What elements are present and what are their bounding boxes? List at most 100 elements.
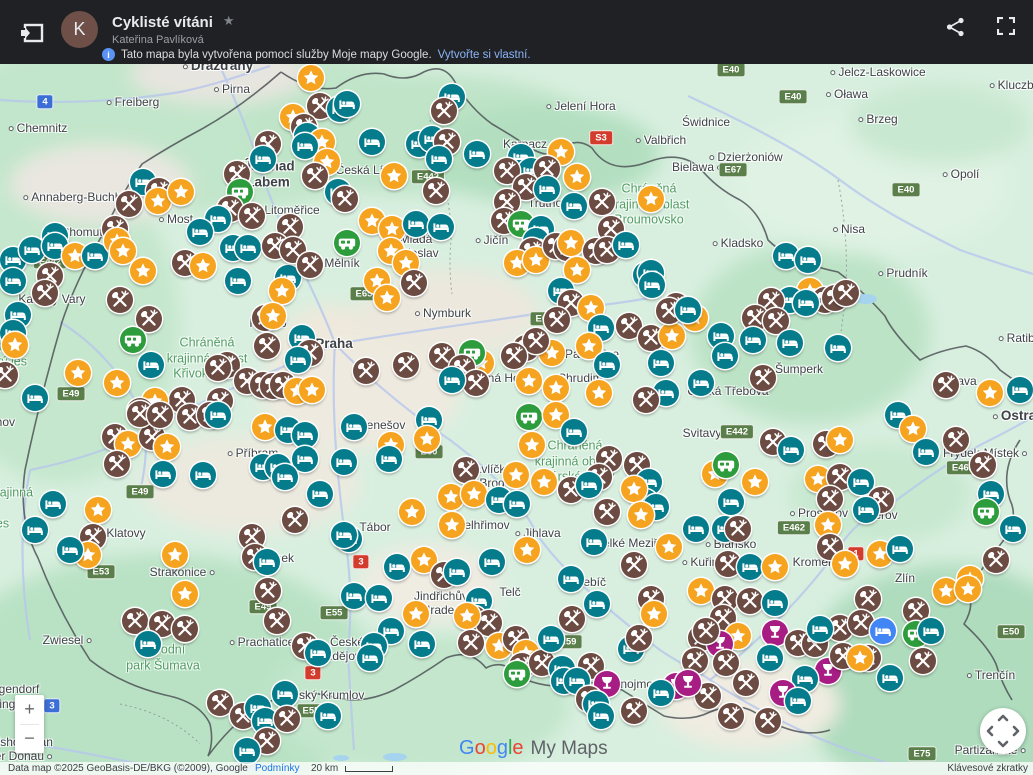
marker-star-icon[interactable] [2,332,28,358]
marker-star-icon[interactable] [168,179,194,205]
marker-food-icon[interactable] [172,616,198,642]
open-side-panel-icon[interactable] [20,22,44,44]
marker-food-icon[interactable] [0,362,18,388]
marker-bed-icon[interactable] [135,631,161,657]
marker-food-icon[interactable] [855,586,881,612]
marker-star-icon[interactable] [190,253,216,279]
marker-star-icon[interactable] [399,499,425,525]
marker-star-icon[interactable] [503,462,529,488]
keyboard-shortcuts-link[interactable]: Klávesové zkratky [947,763,1028,774]
marker-camp-icon[interactable] [973,499,999,525]
marker-food-icon[interactable] [297,252,323,278]
marker-bed-icon[interactable] [0,268,26,294]
marker-bed-icon[interactable] [205,402,231,428]
marker-food-icon[interactable] [116,191,142,217]
marker-star-icon[interactable] [762,554,788,580]
marker-star-icon[interactable] [154,434,180,460]
zoom-out-button[interactable]: − [15,725,44,754]
marker-food-icon[interactable] [693,618,719,644]
marker-bed-icon[interactable] [853,497,879,523]
marker-food-icon[interactable] [755,708,781,734]
marker-food-icon[interactable] [104,451,130,477]
marker-wine-icon[interactable] [675,670,701,696]
marker-star-icon[interactable] [688,578,714,604]
marker-bed-icon[interactable] [40,491,66,517]
marker-bed-icon[interactable] [334,91,360,117]
marker-bed-icon[interactable] [426,146,452,172]
marker-food-icon[interactable] [733,670,759,696]
marker-food-icon[interactable] [750,365,776,391]
marker-star-icon[interactable] [454,603,480,629]
marker-star-icon[interactable] [162,542,188,568]
marker-bed-icon[interactable] [718,489,744,515]
marker-star-icon[interactable] [586,380,612,406]
marker-bed-icon[interactable] [1000,516,1026,542]
marker-bed-icon[interactable] [341,414,367,440]
marker-bed-icon[interactable] [22,517,48,543]
marker-bed-icon[interactable] [793,290,819,316]
marker-food-icon[interactable] [725,516,751,542]
marker-food-icon[interactable] [943,427,969,453]
marker-bed-icon[interactable] [272,681,298,707]
marker-bed-icon[interactable] [150,461,176,487]
marker-star-icon[interactable] [628,502,654,528]
marker-bed-icon[interactable] [444,559,470,585]
marker-bed-icon[interactable] [581,529,607,555]
marker-bed-icon[interactable] [887,536,913,562]
marker-star-icon[interactable] [847,645,873,671]
marker-star-icon[interactable] [260,303,286,329]
share-icon[interactable] [946,17,965,37]
marker-food-icon[interactable] [626,625,652,651]
marker-bed-icon[interactable] [366,585,392,611]
marker-bed-icon[interactable] [740,327,766,353]
marker-food-icon[interactable] [353,358,379,384]
avatar[interactable]: K [61,11,98,48]
marker-food-icon[interactable] [983,547,1009,573]
marker-star-icon[interactable] [65,360,91,386]
marker-star-icon[interactable] [558,230,584,256]
marker-bed-icon[interactable] [357,645,383,671]
marker-bed-icon[interactable] [254,549,280,575]
marker-camp-icon[interactable] [504,661,530,687]
marker-food-icon[interactable] [239,203,265,229]
marker-star-icon[interactable] [641,601,667,627]
marker-bed-icon[interactable] [785,688,811,714]
marker-star-icon[interactable] [955,576,981,602]
marker-star-icon[interactable] [104,370,130,396]
marker-bed-icon[interactable] [57,537,83,563]
marker-food-icon[interactable] [559,606,585,632]
marker-food-icon[interactable] [423,178,449,204]
marker-bed-icon[interactable] [138,352,164,378]
marker-food-icon[interactable] [332,186,358,212]
marker-food-icon[interactable] [254,333,280,359]
marker-camp-icon[interactable] [516,404,542,430]
marker-bed-icon[interactable] [307,481,333,507]
map[interactable]: ChemnitzFreibergPirnaDrážďanyAnnaberg-Bu… [0,64,1033,775]
marker-bed-icon[interactable] [588,703,614,729]
marker-bed-icon[interactable] [234,738,260,764]
marker-bed-icon[interactable] [305,640,331,666]
marker-bed-icon[interactable] [737,554,763,580]
marker-bluebed-icon[interactable] [870,618,896,644]
marker-food-icon[interactable] [589,189,615,215]
marker-food-icon[interactable] [147,402,173,428]
marker-food-icon[interactable] [282,507,308,533]
marker-bed-icon[interactable] [584,591,610,617]
marker-bed-icon[interactable] [757,645,783,671]
marker-bed-icon[interactable] [235,235,261,261]
terms-link[interactable]: Podmínky [255,763,299,774]
marker-bed-icon[interactable] [777,330,803,356]
marker-bed-icon[interactable] [807,616,833,642]
marker-bed-icon[interactable] [762,590,788,616]
marker-star-icon[interactable] [269,278,295,304]
marker-food-icon[interactable] [933,372,959,398]
marker-star-icon[interactable] [656,534,682,560]
marker-star-icon[interactable] [461,481,487,507]
marker-bed-icon[interactable] [795,247,821,273]
marker-star-icon[interactable] [638,186,664,212]
marker-food-icon[interactable] [970,452,996,478]
marker-bed-icon[interactable] [594,352,620,378]
marker-food-icon[interactable] [737,588,763,614]
marker-bed-icon[interactable] [359,129,385,155]
marker-food-icon[interactable] [463,370,489,396]
